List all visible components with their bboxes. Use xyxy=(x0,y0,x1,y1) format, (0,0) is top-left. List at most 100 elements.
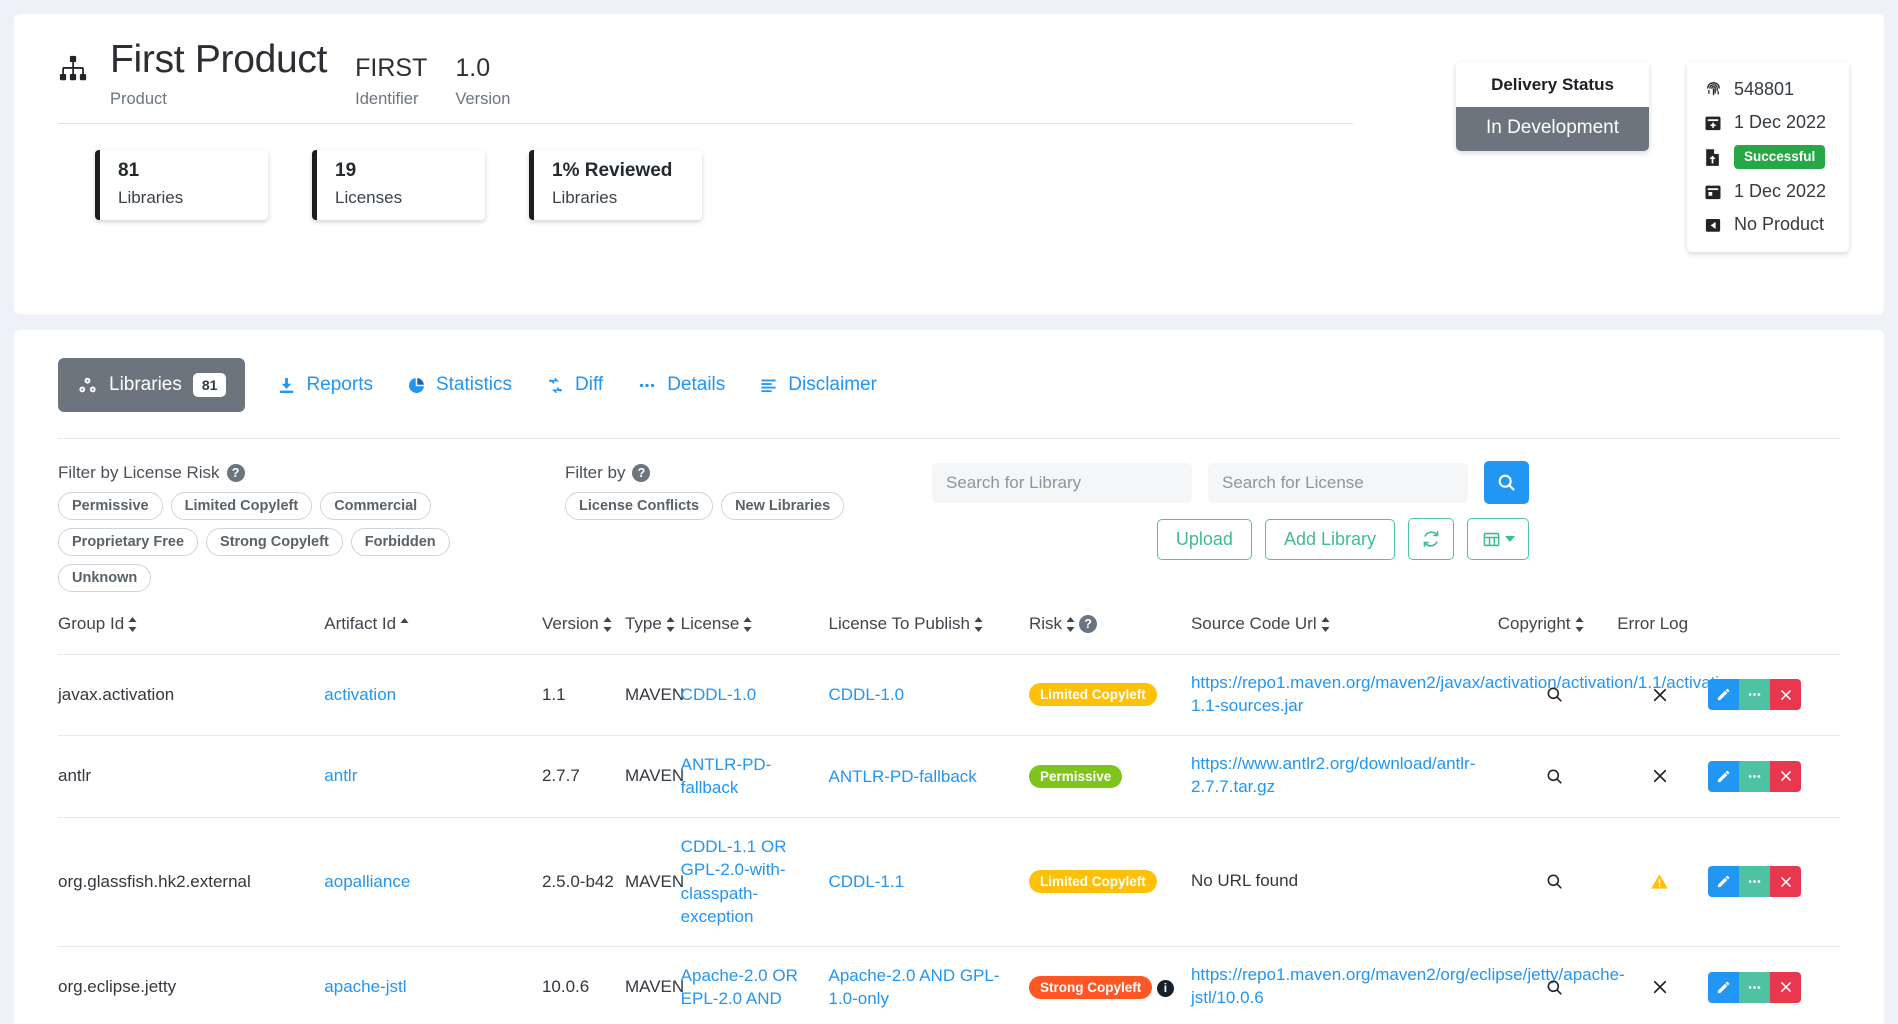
tab-diff[interactable]: Diff xyxy=(544,370,605,400)
stat-card-licenses[interactable]: 19 Licenses xyxy=(312,149,485,220)
license-link[interactable]: CDDL-1.1 OR GPL-2.0-with-classpath-excep… xyxy=(681,837,787,926)
cell-copyright[interactable] xyxy=(1497,816,1618,947)
artifact-link[interactable]: activation xyxy=(324,685,396,704)
cell-error-log[interactable] xyxy=(1617,816,1709,947)
column-settings-button[interactable] xyxy=(1467,518,1529,560)
more-button[interactable] xyxy=(1739,971,1771,1003)
help-icon[interactable]: ? xyxy=(1079,615,1098,633)
license-link[interactable]: Apache-2.0 OR EPL-2.0 AND xyxy=(681,966,798,1008)
cell-error-log[interactable] xyxy=(1617,734,1709,818)
x-icon xyxy=(1617,767,1702,785)
cell-error-log[interactable] xyxy=(1617,654,1709,736)
identifier-label: Identifier xyxy=(355,89,419,108)
edit-button[interactable] xyxy=(1708,760,1740,792)
tab-libraries[interactable]: Libraries 81 xyxy=(58,358,246,412)
col-type[interactable]: Type xyxy=(625,614,681,655)
chip-license-conflicts[interactable]: License Conflicts xyxy=(565,492,714,520)
delete-button[interactable] xyxy=(1770,679,1802,711)
license-to-publish-link[interactable]: ANTLR-PD-fallback xyxy=(828,767,976,786)
help-icon[interactable]: ? xyxy=(632,464,651,482)
tab-label: Disclaimer xyxy=(788,374,877,395)
col-risk[interactable]: Risk ? xyxy=(1029,614,1191,655)
license-to-publish-link[interactable]: CDDL-1.0 xyxy=(828,685,904,704)
app-page: First Product Product FIRST Identifier 1… xyxy=(0,14,1898,1024)
tab-reports[interactable]: Reports xyxy=(275,370,375,400)
edit-button[interactable] xyxy=(1708,679,1740,711)
license-link[interactable]: ANTLR-PD-fallback xyxy=(681,755,772,797)
license-to-publish-link[interactable]: CDDL-1.1 xyxy=(828,872,904,891)
delivery-status-value[interactable]: In Development xyxy=(1456,107,1649,151)
table-row[interactable]: org.glassfish.hk2.external aopalliance 2… xyxy=(58,816,1840,947)
delete-button[interactable] xyxy=(1770,760,1802,792)
col-artifact-id[interactable]: Artifact Id xyxy=(324,614,542,655)
sort-icon xyxy=(742,616,753,632)
magnifier-icon[interactable] xyxy=(1498,872,1611,891)
col-license[interactable]: License xyxy=(681,614,829,655)
info-icon[interactable]: i xyxy=(1156,979,1174,997)
chip-permissive[interactable]: Permissive xyxy=(58,492,163,520)
row-action-group xyxy=(1708,679,1802,711)
table-row[interactable]: javax.activation activation 1.1 MAVEN CD… xyxy=(58,654,1840,736)
search-license-input[interactable] xyxy=(1208,462,1468,503)
edit-button[interactable] xyxy=(1708,866,1740,898)
pencil-icon xyxy=(1716,874,1731,889)
chip-strong-copyleft[interactable]: Strong Copyleft xyxy=(206,528,343,556)
help-icon[interactable]: ? xyxy=(226,464,245,482)
col-source-code-url[interactable]: Source Code Url xyxy=(1191,614,1498,655)
more-button[interactable] xyxy=(1739,679,1771,711)
chip-new-libraries[interactable]: New Libraries xyxy=(721,492,845,520)
artifact-link[interactable]: antlr xyxy=(324,766,357,785)
artifact-link[interactable]: aopalliance xyxy=(324,872,410,891)
artifact-link[interactable]: apache-jstl xyxy=(324,977,406,996)
cell-type: MAVEN xyxy=(624,945,684,1024)
pencil-icon xyxy=(1716,769,1731,784)
col-group-id[interactable]: Group Id xyxy=(58,614,324,655)
col-label: Artifact Id xyxy=(324,614,397,633)
edit-button[interactable] xyxy=(1708,971,1740,1003)
col-error-log: Error Log xyxy=(1617,614,1708,655)
info-row-product-link[interactable]: No Product xyxy=(1704,214,1835,235)
search-library-input[interactable] xyxy=(932,462,1192,503)
chip-proprietary-free[interactable]: Proprietary Free xyxy=(58,528,199,556)
cell-copyright[interactable] xyxy=(1497,654,1618,736)
delete-button[interactable] xyxy=(1770,866,1802,898)
stat-card-reviewed[interactable]: 1% Reviewed Libraries xyxy=(529,149,702,220)
cell-copyright[interactable] xyxy=(1497,734,1618,818)
magnifier-icon[interactable] xyxy=(1498,767,1611,786)
chip-forbidden[interactable]: Forbidden xyxy=(350,528,450,556)
license-link[interactable]: CDDL-1.0 xyxy=(681,685,757,704)
table-row[interactable]: org.eclipse.jetty apache-jstl 10.0.6 MAV… xyxy=(58,945,1840,1024)
stat-card-libraries[interactable]: 81 Libraries xyxy=(95,149,268,220)
tab-statistics[interactable]: Statistics xyxy=(405,370,514,400)
page-title: First Product xyxy=(110,38,328,81)
libraries-panel: Libraries 81 Reports Statistics Diff Det… xyxy=(14,330,1884,1024)
chip-limited-copyleft[interactable]: Limited Copyleft xyxy=(170,492,313,520)
libraries-table: Group Id Artifact Id Version Type Licens… xyxy=(58,614,1840,1024)
product-identity: First Product Product FIRST Identifier 1… xyxy=(110,38,510,109)
delete-button[interactable] xyxy=(1770,971,1802,1003)
refresh-button[interactable] xyxy=(1408,518,1454,560)
cell-license-to-publish: CDDL-1.1 xyxy=(828,816,1029,947)
col-label: License xyxy=(680,614,740,633)
chip-commercial[interactable]: Commercial xyxy=(320,492,432,520)
col-label: Version xyxy=(541,614,599,633)
chip-unknown[interactable]: Unknown xyxy=(58,564,152,592)
add-library-button[interactable]: Add Library xyxy=(1264,518,1395,560)
more-button[interactable] xyxy=(1739,760,1771,792)
more-button[interactable] xyxy=(1739,866,1771,898)
sort-icon xyxy=(973,616,984,632)
search-button[interactable] xyxy=(1484,461,1529,504)
col-license-to-publish[interactable]: License To Publish xyxy=(828,614,1028,655)
cell-copyright[interactable] xyxy=(1497,945,1618,1024)
upload-button[interactable]: Upload xyxy=(1156,518,1252,560)
filter-by-chip-list: License Conflicts New Libraries xyxy=(565,492,845,520)
col-copyright[interactable]: Copyright xyxy=(1498,614,1617,655)
license-to-publish-link[interactable]: Apache-2.0 AND GPL-1.0-only xyxy=(828,966,999,1008)
cell-group-id: javax.activation xyxy=(58,654,325,736)
tab-disclaimer[interactable]: Disclaimer xyxy=(757,370,879,400)
cell-error-log[interactable] xyxy=(1617,945,1709,1024)
source-url-link[interactable]: https://www.antlr2.org/download/antlr-2.… xyxy=(1191,754,1475,796)
table-row[interactable]: antlr antlr 2.7.7 MAVEN ANTLR-PD-fallbac… xyxy=(58,734,1840,818)
tab-details[interactable]: Details xyxy=(635,370,727,400)
col-version[interactable]: Version xyxy=(542,614,625,655)
